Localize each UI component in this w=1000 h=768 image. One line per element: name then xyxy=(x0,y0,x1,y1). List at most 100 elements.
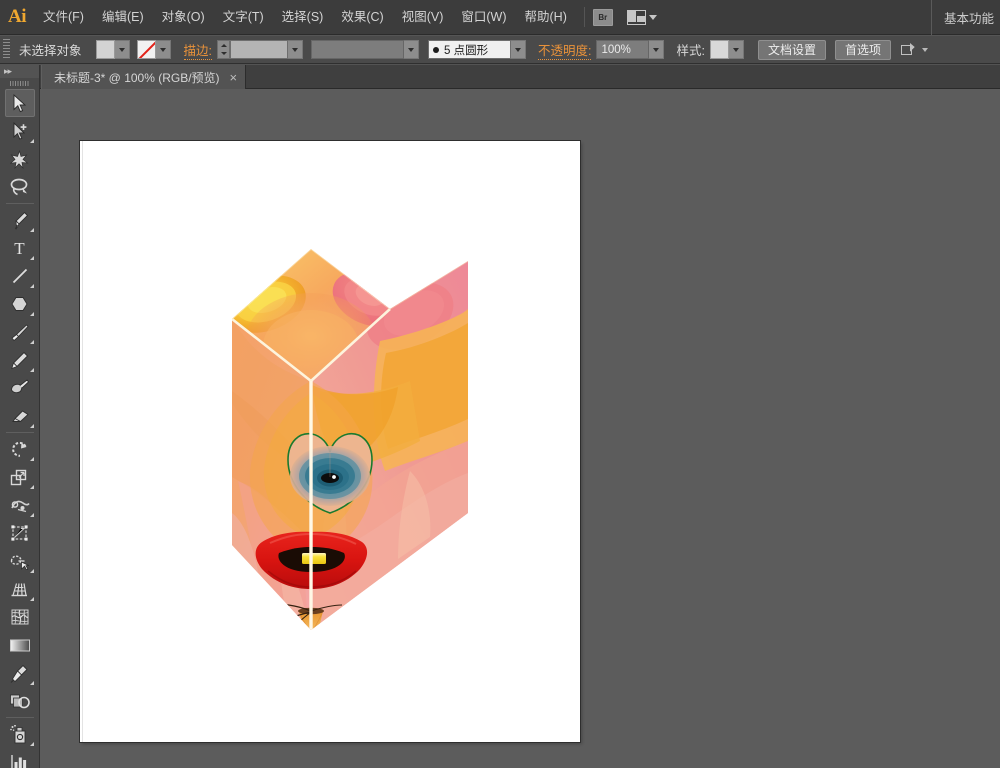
workspace-switcher[interactable]: 基本功能 xyxy=(931,0,1000,35)
opacity-dropdown[interactable] xyxy=(649,40,664,59)
menu-divider xyxy=(584,7,585,27)
lasso-tool[interactable] xyxy=(5,173,35,201)
stroke-weight-input[interactable] xyxy=(230,40,288,59)
menu-file[interactable]: 文件(F) xyxy=(34,0,93,35)
pencil-tool[interactable] xyxy=(5,346,35,374)
arrange-documents-button[interactable] xyxy=(627,10,657,25)
flyout-indicator xyxy=(30,340,34,344)
flyout-indicator xyxy=(30,457,34,461)
fill-color-control[interactable] xyxy=(96,40,130,59)
align-to-button[interactable] xyxy=(897,43,928,56)
column-graph-tool[interactable] xyxy=(5,748,35,768)
artboard[interactable] xyxy=(80,141,580,742)
chevron-down-icon xyxy=(160,48,166,52)
eraser-tool[interactable] xyxy=(5,402,35,430)
menu-help[interactable]: 帮助(H) xyxy=(516,0,576,35)
scale-icon xyxy=(10,468,29,487)
menu-view[interactable]: 视图(V) xyxy=(393,0,453,35)
magic-wand-icon xyxy=(10,150,29,169)
document-setup-button[interactable]: 文档设置 xyxy=(758,40,826,60)
mesh-icon xyxy=(10,608,30,626)
graphic-style-swatch[interactable] xyxy=(710,40,729,59)
pen-tool[interactable] xyxy=(5,206,35,234)
type-tool[interactable]: T xyxy=(5,234,35,262)
brush-style-control[interactable]: 5 点圆形 xyxy=(428,40,526,59)
mesh-tool[interactable] xyxy=(5,603,35,631)
style-label: 样式: xyxy=(676,40,704,59)
brush-definition-dropdown[interactable] xyxy=(404,40,419,59)
3d-cube-face-artwork[interactable] xyxy=(80,141,580,742)
gripper-dots-icon xyxy=(10,81,30,86)
blob-brush-icon xyxy=(10,379,30,397)
menu-effect[interactable]: 效果(C) xyxy=(332,0,392,35)
eraser-icon xyxy=(10,408,30,424)
stepper-up-icon[interactable] xyxy=(221,44,227,47)
stroke-weight-stepper[interactable] xyxy=(217,40,230,59)
tools-panel-collapse-button[interactable]: ▸▸ xyxy=(0,65,39,78)
scale-tool[interactable] xyxy=(5,463,35,491)
stroke-weight-control[interactable] xyxy=(230,40,303,59)
document-tab-bar: 未标题-3* @ 100% (RGB/预览) × xyxy=(40,65,1000,89)
menu-type[interactable]: 文字(T) xyxy=(214,0,273,35)
chevron-down-icon xyxy=(922,48,928,52)
stroke-swatch-none[interactable] xyxy=(137,40,156,59)
perspective-grid-tool[interactable] xyxy=(5,575,35,603)
rotate-icon xyxy=(10,440,29,459)
stroke-weight-label[interactable]: 描边: xyxy=(184,40,212,60)
control-bar: 未选择对象 描边: 5 点圆形 xyxy=(0,35,1000,64)
fill-swatch[interactable] xyxy=(96,40,115,59)
canvas-area[interactable] xyxy=(40,89,1000,768)
tools-panel: ▸▸ xyxy=(0,65,40,768)
blob-brush-tool[interactable] xyxy=(5,374,35,402)
brush-definition-input[interactable] xyxy=(311,40,404,59)
fill-dropdown-button[interactable] xyxy=(115,40,130,59)
shape-tool[interactable] xyxy=(5,290,35,318)
graphic-style-control[interactable] xyxy=(710,40,744,59)
opacity-input[interactable]: 100% xyxy=(596,40,649,59)
graphic-style-dropdown[interactable] xyxy=(729,40,744,59)
flyout-indicator xyxy=(30,597,34,601)
brush-definition-control[interactable] xyxy=(311,40,419,59)
stroke-dropdown-button[interactable] xyxy=(156,40,171,59)
symbol-sprayer-tool[interactable] xyxy=(5,720,35,748)
rotate-tool[interactable] xyxy=(5,435,35,463)
close-icon[interactable]: × xyxy=(230,71,238,84)
tools-panel-gripper[interactable] xyxy=(0,78,39,89)
line-segment-tool[interactable] xyxy=(5,262,35,290)
illustrator-window: Ai 文件(F) 编辑(E) 对象(O) 文字(T) 选择(S) 效果(C) 视… xyxy=(0,0,1000,768)
artwork-container[interactable] xyxy=(80,141,580,742)
menu-items: 文件(F) 编辑(E) 对象(O) 文字(T) 选择(S) 效果(C) 视图(V… xyxy=(34,0,576,35)
brush-style-input[interactable]: 5 点圆形 xyxy=(428,40,511,59)
blend-tool[interactable] xyxy=(5,687,35,715)
gradient-tool[interactable] xyxy=(5,631,35,659)
pen-nib-icon xyxy=(11,211,29,230)
magic-wand-tool[interactable] xyxy=(5,145,35,173)
perspective-grid-icon xyxy=(10,580,29,598)
paintbrush-tool[interactable] xyxy=(5,318,35,346)
bridge-icon[interactable]: Br xyxy=(593,9,613,26)
brush-style-dropdown[interactable] xyxy=(511,40,526,59)
shape-builder-tool[interactable] xyxy=(5,547,35,575)
menu-select[interactable]: 选择(S) xyxy=(273,0,333,35)
document-tab[interactable]: 未标题-3* @ 100% (RGB/预览) × xyxy=(41,65,246,89)
tool-divider xyxy=(6,717,34,718)
opacity-control[interactable]: 100% xyxy=(596,40,664,59)
opacity-label[interactable]: 不透明度: xyxy=(538,40,591,60)
stroke-weight-dropdown[interactable] xyxy=(288,40,303,59)
eyedropper-tool[interactable] xyxy=(5,659,35,687)
menu-edit[interactable]: 编辑(E) xyxy=(93,0,153,35)
preferences-button[interactable]: 首选项 xyxy=(835,40,891,60)
selection-tool[interactable] xyxy=(5,89,35,117)
paintbrush-icon xyxy=(10,323,29,342)
direct-selection-tool[interactable] xyxy=(5,117,35,145)
menu-window[interactable]: 窗口(W) xyxy=(452,0,515,35)
menu-object[interactable]: 对象(O) xyxy=(153,0,214,35)
free-transform-tool[interactable] xyxy=(5,519,35,547)
width-tool[interactable] xyxy=(5,491,35,519)
flyout-indicator xyxy=(30,312,34,316)
chevron-down-icon xyxy=(653,48,659,52)
control-bar-gripper[interactable] xyxy=(3,39,10,60)
document-tab-label: 未标题-3* @ 100% (RGB/预览) xyxy=(54,69,220,86)
stroke-color-control[interactable] xyxy=(137,40,171,59)
stepper-down-icon[interactable] xyxy=(221,52,227,55)
